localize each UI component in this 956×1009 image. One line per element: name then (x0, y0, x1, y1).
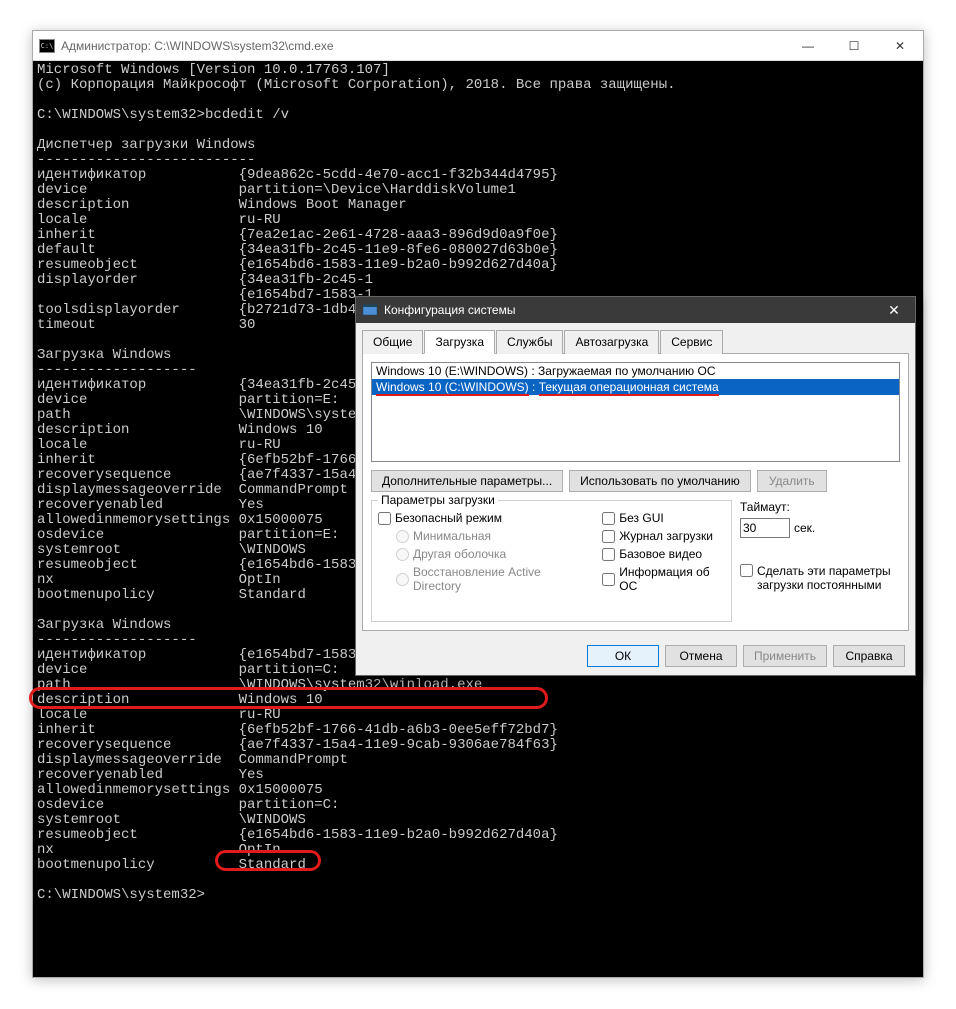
msconfig-title: Конфигурация системы (384, 303, 873, 317)
cancel-button[interactable]: Отмена (665, 645, 737, 667)
tab-startup[interactable]: Автозагрузка (564, 330, 659, 354)
cmd-icon (39, 39, 55, 53)
ok-button[interactable]: ОК (587, 645, 659, 667)
msconfig-footer: ОК Отмена Применить Справка (356, 637, 915, 675)
msconfig-icon (362, 302, 378, 318)
boot-options-title: Параметры загрузки (378, 493, 498, 507)
cmd-titlebar[interactable]: Администратор: C:\WINDOWS\system32\cmd.e… (33, 31, 923, 61)
set-default-button[interactable]: Использовать по умолчанию (569, 470, 751, 492)
nogui-checkbox[interactable]: Без GUI (602, 511, 725, 525)
boot-options-group: Параметры загрузки Безопасный режим Мини… (371, 500, 732, 622)
timeout-unit: сек. (794, 521, 815, 535)
delete-button: Удалить (757, 470, 827, 492)
msconfig-titlebar[interactable]: Конфигурация системы ✕ (356, 297, 915, 323)
timeout-side: Таймаут: сек. Сделать эти параметры загр… (740, 500, 900, 622)
osinfo-checkbox[interactable]: Информация об ОС (602, 565, 725, 593)
permanent-checkbox[interactable]: Сделать эти параметры загрузки постоянны… (740, 564, 900, 593)
basevideo-checkbox[interactable]: Базовое видео (602, 547, 725, 561)
msconfig-tabs: Общие Загрузка Службы Автозагрузка Серви… (356, 323, 915, 353)
safeboot-altshell-radio: Другая оболочка (378, 547, 582, 561)
tab-services[interactable]: Службы (496, 330, 563, 354)
boot-entries-list[interactable]: Windows 10 (E:\WINDOWS) : Загружаемая по… (371, 362, 900, 462)
safeboot-minimal-radio: Минимальная (378, 529, 582, 543)
timeout-input[interactable] (740, 518, 790, 538)
tab-boot[interactable]: Загрузка (424, 330, 495, 354)
cmd-title: Администратор: C:\WINDOWS\system32\cmd.e… (61, 39, 785, 53)
apply-button: Применить (743, 645, 827, 667)
maximize-button[interactable]: ☐ (831, 31, 877, 60)
msconfig-dialog: Конфигурация системы ✕ Общие Загрузка Сл… (355, 296, 916, 676)
close-button[interactable]: ✕ (877, 31, 923, 60)
tab-tools[interactable]: Сервис (660, 330, 723, 354)
boot-entry-path: Windows 10 (C:\WINDOWS) (376, 380, 529, 396)
msconfig-close-button[interactable]: ✕ (873, 297, 915, 323)
boot-entry-row[interactable]: Windows 10 (E:\WINDOWS) : Загружаемая по… (372, 363, 899, 379)
advanced-options-button[interactable]: Дополнительные параметры... (371, 470, 563, 492)
tab-general[interactable]: Общие (362, 330, 423, 354)
boot-entry-desc: Текущая операционная система (539, 380, 719, 396)
bootlog-checkbox[interactable]: Журнал загрузки (602, 529, 725, 543)
safeboot-adrepair-radio: Восстановление Active Directory (378, 565, 582, 593)
safeboot-checkbox[interactable]: Безопасный режим (378, 511, 582, 525)
boot-entry-row-selected[interactable]: Windows 10 (C:\WINDOWS) : Текущая операц… (372, 379, 899, 395)
msconfig-panel: Windows 10 (E:\WINDOWS) : Загружаемая по… (362, 353, 909, 631)
minimize-button[interactable]: — (785, 31, 831, 60)
timeout-label: Таймаут: (740, 500, 900, 514)
help-button[interactable]: Справка (833, 645, 905, 667)
